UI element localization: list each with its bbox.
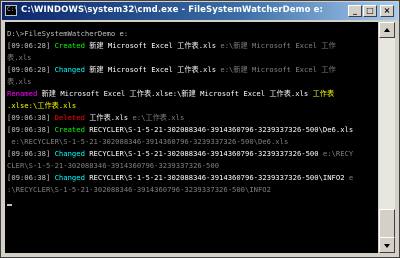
file-path-cont: CLER\S-1-5-21-302088346-3914360796-32393… [7, 161, 220, 170]
file-name: RECYCLER\S-1-5-21-302088346-3914360796-3… [84, 125, 354, 134]
file-name: 新建 Microsoft Excel 工作表.xls [84, 65, 221, 74]
scroll-down-button[interactable] [379, 237, 395, 253]
timestamp: [09:06:38] [7, 125, 55, 134]
event-renamed: Renamed [7, 89, 38, 98]
console-line: .xlse:\工作表.xls [7, 100, 76, 112]
close-button[interactable]: × [380, 5, 394, 17]
file-name: RECYCLER\S-1-5-21-302088346-3914360796-3… [84, 173, 349, 182]
window-title: C:\WINDOWS\system32\cmd.exe - FileSystem… [21, 5, 323, 15]
chevron-up-icon [384, 28, 390, 32]
file-path: e:\RECYCLER\S-1-5-21-302088346-391436079… [7, 137, 289, 146]
timestamp: [09:06:38] [7, 173, 55, 182]
event-created: Created [54, 41, 85, 50]
file-name: 工作表.xls [84, 113, 133, 122]
cmd-icon[interactable]: C:\ [5, 5, 18, 16]
file-name: 新建 Microsoft Excel 工作表.xls [84, 41, 221, 50]
console-line: :\RECYCLER\S-1-5-21-302088346-3914360796… [7, 184, 271, 196]
chevron-down-icon [384, 244, 390, 248]
timestamp: [09:06:28] [7, 41, 55, 50]
console-line: [09:06:38] Changed RECYCLER\S-1-5-21-302… [7, 148, 353, 160]
new-file-path: .xlse:\工作表.xls [7, 101, 77, 110]
event-deleted: Deleted [54, 113, 85, 122]
prompt-text: D:\>FileSystemWatcherDemo e: [7, 29, 129, 38]
new-file-name: 工作表 [312, 89, 335, 98]
console-line: 表.xls [7, 52, 32, 64]
event-created: Created [54, 125, 85, 134]
console-line: [09:06:38] Changed RECYCLER\S-1-5-21-302… [7, 172, 353, 184]
console-line: Renamed 新建 Microsoft Excel 工作表.xlse:\新建 … [7, 88, 334, 100]
file-name: 新建 Microsoft Excel 工作表.xlse:\新建 Microsof… [37, 89, 313, 98]
console-line: [09:06:38] Deleted 工作表.xls e:\工作表.xls [7, 112, 184, 124]
console-line: [09:06:28] Changed 新建 Microsoft Excel 工作… [7, 64, 336, 76]
minimize-button[interactable]: _ [348, 5, 362, 17]
event-changed: Changed [54, 173, 85, 182]
file-path-cont: :\RECYCLER\S-1-5-21-302088346-3914360796… [7, 185, 271, 194]
console-output[interactable]: D:\>FileSystemWatcherDemo e: [09:06:28] … [5, 22, 378, 253]
console-line: [09:06:38] Created RECYCLER\S-1-5-21-302… [7, 124, 353, 136]
console-line: e:\RECYCLER\S-1-5-21-302088346-391436079… [7, 136, 288, 148]
console-line: D:\>FileSystemWatcherDemo e: [7, 28, 128, 40]
file-path: e:\RECY [322, 149, 354, 158]
event-changed: Changed [54, 65, 85, 74]
timestamp: [09:06:28] [7, 65, 55, 74]
file-path-cont: 表.xls [7, 77, 32, 86]
vertical-scrollbar[interactable] [379, 22, 395, 253]
file-path-cont: 表.xls [7, 53, 32, 62]
text-cursor [7, 204, 12, 206]
console-window: C:\ C:\WINDOWS\system32\cmd.exe - FileSy… [0, 0, 400, 258]
console-line: 表.xls [7, 76, 32, 88]
file-name: RECYCLER\S-1-5-21-302088346-3914360796-3… [84, 149, 323, 158]
maximize-button[interactable]: □ [363, 5, 377, 17]
timestamp: [09:06:38] [7, 149, 55, 158]
event-changed: Changed [54, 149, 85, 158]
file-path: e:\新建 Microsoft Excel 工作 [220, 65, 336, 74]
timestamp: [09:06:38] [7, 113, 55, 122]
console-line: [09:06:28] Created 新建 Microsoft Excel 工作… [7, 40, 336, 52]
file-path: e:\工作表.xls [132, 113, 185, 122]
scroll-up-button[interactable] [379, 22, 395, 38]
title-bar[interactable]: C:\ C:\WINDOWS\system32\cmd.exe - FileSy… [2, 2, 398, 20]
console-line: CLER\S-1-5-21-302088346-3914360796-32393… [7, 160, 219, 172]
file-path: e:\新建 Microsoft Excel 工作 [220, 41, 336, 50]
file-path: e [348, 173, 354, 182]
